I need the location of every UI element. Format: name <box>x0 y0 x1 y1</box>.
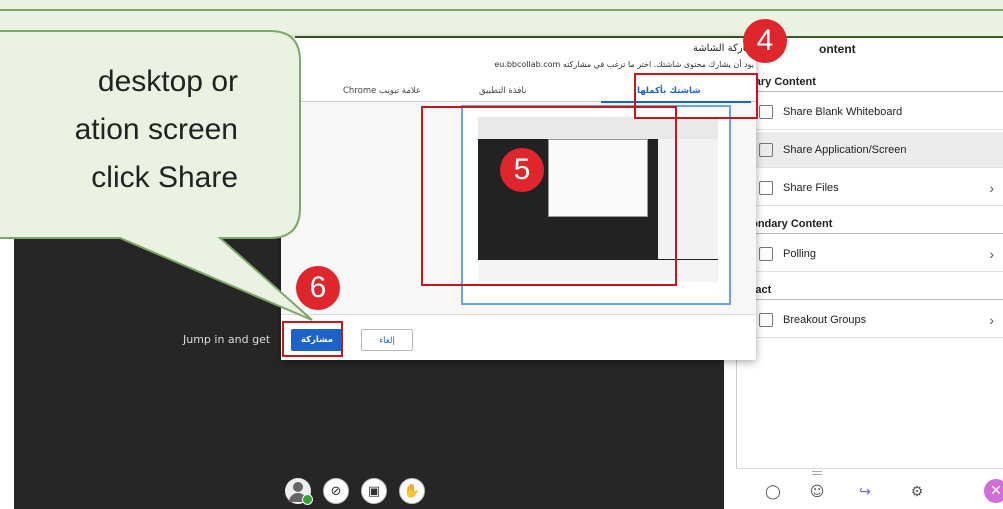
dialog-subtitle: يود أن يشارك محتوى شاشتك. اختر ما ترغب ف… <box>494 60 754 69</box>
item-label: Share Application/Screen <box>783 143 907 156</box>
section-heading-primary: mary Content <box>737 76 1003 92</box>
stage-message: Jump in and get <box>183 333 271 346</box>
close-icon[interactable]: ✕ <box>984 479 1003 503</box>
whiteboard-icon <box>759 104 773 119</box>
camera-off-icon[interactable]: ▣ <box>361 478 387 504</box>
callout-line: ation screen <box>74 113 238 146</box>
step-marker-5: 5 <box>500 148 544 192</box>
item-label: Share Blank Whiteboard <box>783 105 903 118</box>
item-label: Breakout Groups <box>783 313 867 326</box>
share-application-screen[interactable]: Share Application/Screen <box>737 132 1003 168</box>
screen-share-icon <box>759 142 773 157</box>
raise-hand-icon[interactable]: ✋ <box>399 478 425 504</box>
step-marker-4: 4 <box>743 19 787 63</box>
breakout-groups[interactable]: Breakout Groups › <box>737 302 1003 338</box>
drag-handle-icon[interactable] <box>812 471 822 475</box>
settings-gear-icon[interactable]: ⚙ <box>908 483 926 501</box>
attendees-icon[interactable]: ☺ <box>808 483 826 501</box>
callout-line: click Share <box>91 161 238 194</box>
file-icon <box>759 180 773 195</box>
share-content-icon[interactable]: ↪ <box>856 483 874 501</box>
item-label: Share Files <box>783 181 839 194</box>
chevron-right-icon: › <box>989 246 994 262</box>
share-files[interactable]: Share Files › <box>737 170 1003 206</box>
session-controls: ⊘ ▣ ✋ <box>285 478 425 505</box>
polling[interactable]: Polling › <box>737 236 1003 272</box>
poll-icon <box>759 246 773 261</box>
callout-text: desktop or ation screen click Share <box>0 58 300 202</box>
avatar[interactable] <box>285 478 313 505</box>
groups-icon <box>759 312 773 327</box>
chat-icon[interactable]: ◯ <box>764 483 782 501</box>
tab-application-window[interactable]: نافذة التطبيق <box>479 86 526 96</box>
status-check-icon <box>302 494 313 505</box>
section-heading-interact: eract <box>737 284 1003 300</box>
share-content-panel: ontent mary Content Share Blank Whiteboa… <box>736 38 1003 509</box>
callout-line: desktop or <box>97 65 238 98</box>
section-heading-secondary: condary Content <box>737 218 1003 234</box>
panel-title: ontent <box>819 42 856 56</box>
cancel-button[interactable]: إلغاء <box>361 329 413 351</box>
panel-bottom-bar: ◯ ☺ ↪ ⚙ ✕ <box>736 468 1003 509</box>
chevron-right-icon: › <box>989 312 994 328</box>
highlight-box-thumbnail <box>421 106 677 286</box>
item-label: Polling <box>783 247 817 260</box>
share-blank-whiteboard[interactable]: Share Blank Whiteboard <box>737 94 1003 130</box>
chevron-right-icon: › <box>989 180 994 196</box>
mic-muted-icon[interactable]: ⊘ <box>323 478 349 504</box>
